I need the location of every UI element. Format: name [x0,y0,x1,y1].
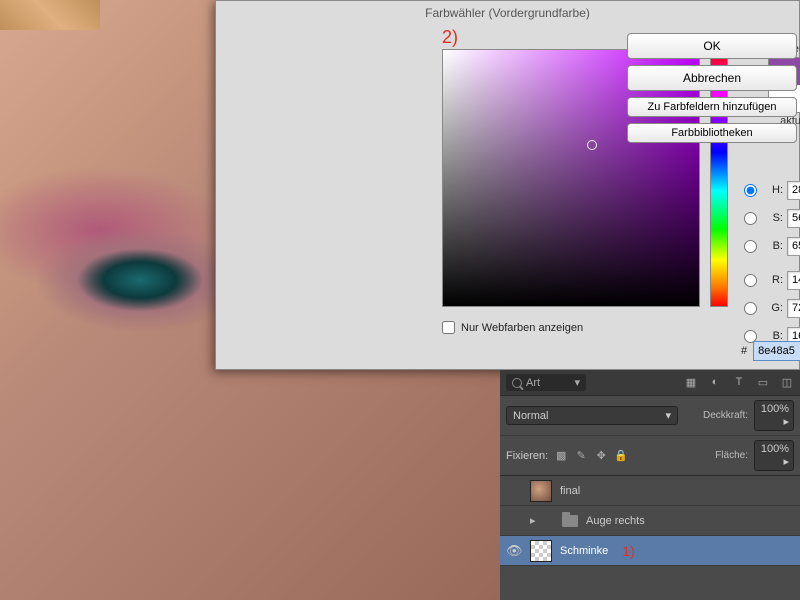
layer-name[interactable]: Schminke [560,545,608,557]
b-hsb-label: B: [761,240,783,252]
filter-smart-icon[interactable]: ◫ [780,376,794,389]
fill-input[interactable]: 100% ▸ [754,440,794,471]
lock-paint-icon[interactable]: ✎ [574,449,588,462]
web-colors-only[interactable]: Nur Webfarben anzeigen [442,321,583,334]
r-radio[interactable] [744,274,757,287]
g-input[interactable] [787,299,800,318]
filter-type-icon[interactable]: T [732,376,746,389]
layer-group-row[interactable]: ▸ Auge rechts [500,506,800,536]
s-label: S: [761,212,783,224]
add-swatch-button[interactable]: Zu Farbfeldern hinzufügen [627,97,797,117]
sv-cursor[interactable] [587,140,597,150]
visibility-toggle[interactable]: 👁 [506,543,522,559]
blend-mode-select[interactable]: Normal▾ [506,406,678,425]
lock-all-icon[interactable]: 🔒 [614,449,628,462]
disclosure-triangle[interactable]: ▸ [530,514,540,527]
filter-type: Art [526,377,540,389]
tutorial-annotation-2: 2) [442,27,458,48]
dialog-title: Farbwähler (Vordergrundfarbe) [216,1,799,25]
g-label: G: [761,302,783,314]
r-label: R: [761,274,783,286]
g-radio[interactable] [744,302,757,315]
layer-name[interactable]: final [560,485,580,497]
lock-label: Fixieren: [506,450,548,462]
cancel-button[interactable]: Abbrechen [627,65,797,91]
filter-shape-icon[interactable]: ▭ [756,376,770,389]
blend-mode-value: Normal [513,410,548,422]
filter-pixel-icon[interactable]: ▦ [684,376,698,389]
h-label: H: [761,184,783,196]
r-input[interactable] [787,271,800,290]
search-icon [512,378,522,388]
b-hsb-input[interactable] [787,237,800,256]
layers-panel: Art ▾ ▦ ◐ T ▭ ◫ Normal▾ Deckkraft: 100% … [500,370,800,600]
lock-position-icon[interactable]: ✥ [594,449,608,462]
hex-hash: # [741,345,747,357]
h-radio[interactable] [744,184,757,197]
h-input[interactable] [787,181,800,200]
hex-input[interactable] [753,341,800,361]
filter-adjust-icon[interactable]: ◐ [708,376,722,389]
layer-name[interactable]: Auge rechts [586,515,645,527]
s-input[interactable] [787,209,800,228]
color-picker-dialog: Farbwähler (Vordergrundfarbe) 2) ▷ ◁ neu… [215,0,800,370]
layer-thumbnail[interactable] [530,540,552,562]
lock-transparency-icon[interactable]: ▩ [554,449,568,462]
color-libraries-button[interactable]: Farbbibliotheken [627,123,797,143]
b-hsb-radio[interactable] [744,240,757,253]
layer-filter[interactable]: Art ▾ [506,374,586,391]
layer-row[interactable]: final [500,476,800,506]
folder-icon [562,515,578,527]
web-colors-label: Nur Webfarben anzeigen [461,322,583,334]
opacity-input[interactable]: 100% ▸ [754,400,794,431]
layer-thumbnail[interactable] [530,480,552,502]
tutorial-annotation-1: 1) [622,543,634,559]
opacity-label: Deckkraft: [703,410,748,421]
ok-button[interactable]: OK [627,33,797,59]
layer-row-selected[interactable]: 👁 Schminke 1) [500,536,800,566]
web-colors-checkbox[interactable] [442,321,455,334]
s-radio[interactable] [744,212,757,225]
fill-label: Fläche: [715,450,748,461]
